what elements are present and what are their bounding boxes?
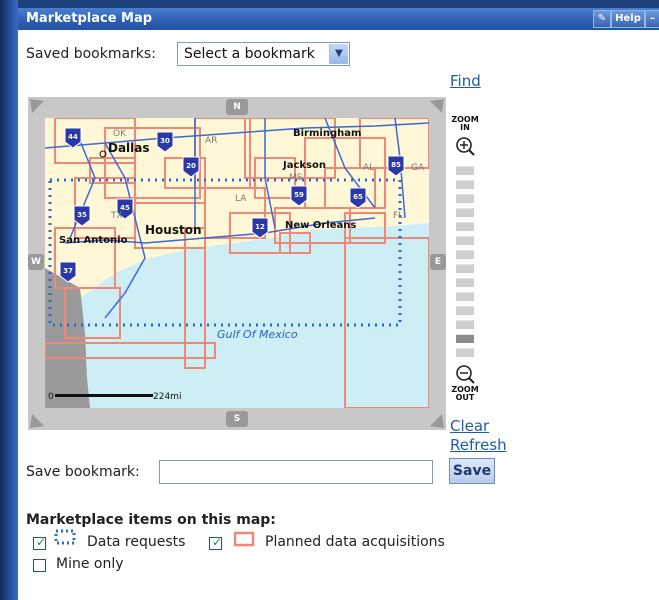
highway-37-label: 37 [63, 267, 73, 275]
zoom-level-segment[interactable] [456, 348, 474, 357]
save-button[interactable]: Save [449, 458, 495, 484]
pan-west-button[interactable]: W [28, 254, 44, 270]
state-label-la: LA [235, 194, 247, 204]
zoom-out-icon[interactable] [455, 364, 475, 384]
zoom-in-icon[interactable] [455, 136, 475, 156]
highway-44-label: 44 [68, 133, 78, 141]
zoom-out-label: ZOOM OUT [451, 385, 479, 402]
state-label-tx: TX [110, 211, 123, 221]
clear-link[interactable]: Clear [450, 417, 489, 435]
bookmark-select[interactable]: Select a bookmark ▼ [177, 42, 350, 66]
highway-20-label: 20 [186, 162, 196, 170]
bookmark-select-value: Select a bookmark [184, 46, 315, 62]
highway-35-label: 35 [77, 211, 87, 219]
highway-59-label: 59 [294, 191, 304, 199]
scale-end-label: 224mi [153, 392, 181, 402]
mine-only-label: Mine only [56, 556, 124, 572]
state-label-ar: AR [205, 136, 217, 146]
zoom-level-segment[interactable] [456, 222, 474, 231]
highway-12-label: 12 [255, 223, 265, 231]
zoom-level-segment[interactable] [456, 292, 474, 301]
saved-bookmarks-label: Saved bookmarks: [26, 46, 156, 62]
zoom-level-segment[interactable] [456, 180, 474, 189]
panel-title: Marketplace Map [26, 11, 153, 26]
highway-85-label: 85 [391, 161, 401, 169]
data-requests-checkbox[interactable]: ✓ [33, 535, 46, 550]
city-label-jackson: Jackson [282, 160, 326, 171]
gulf-of-mexico-label: Gulf Of Mexico [217, 328, 298, 341]
state-label-al: AL [363, 163, 374, 173]
map-frame: N S W E 44 30 20 85 59 65 45 35 12 37 OK… [28, 97, 446, 430]
zoom-in-label: ZOOM IN [451, 115, 479, 132]
zoom-level-segment[interactable] [456, 306, 474, 315]
city-label-birmingham: Birmingham [293, 128, 361, 139]
state-label-fl: FL [393, 211, 403, 221]
edit-pencil-icon[interactable]: ✎ [593, 10, 611, 28]
state-label-ok: OK [113, 129, 127, 139]
refresh-link[interactable]: Refresh [450, 436, 507, 454]
city-label-san-antonio: San Antonio [59, 235, 128, 246]
bookmark-name-input[interactable] [159, 460, 433, 484]
data-requests-swatch-icon [54, 529, 76, 545]
save-bookmark-label: Save bookmark: [26, 464, 140, 480]
city-label-new-orleans: New Orleans [285, 220, 356, 231]
scale-start-label: 0 [48, 392, 54, 402]
highway-65-label: 65 [353, 193, 363, 201]
desktop-background-strip [0, 0, 18, 600]
pan-north-button[interactable]: N [226, 99, 248, 115]
chevron-down-icon[interactable]: ▼ [329, 44, 348, 64]
pan-east-button[interactable]: E [430, 254, 446, 270]
find-link[interactable]: Find [450, 72, 481, 90]
zoom-level-segment[interactable] [456, 320, 474, 329]
pan-south-button[interactable]: S [226, 411, 248, 427]
highway-30-label: 30 [160, 137, 170, 145]
data-requests-label: Data requests [87, 534, 186, 550]
zoom-level-segment[interactable] [456, 208, 474, 217]
pan-northeast-arrow-icon[interactable] [430, 99, 444, 113]
zoom-level-segment[interactable] [456, 236, 474, 245]
mine-only-checkbox[interactable] [33, 559, 46, 572]
pan-northwest-arrow-icon[interactable] [30, 99, 44, 113]
pan-southwest-arrow-icon[interactable] [30, 414, 44, 428]
zoom-control: ZOOM IN ZOOM OUT [450, 116, 480, 406]
map-canvas[interactable]: 44 30 20 85 59 65 45 35 12 37 OK AR AL G… [45, 118, 429, 408]
zoom-level-segment[interactable] [456, 264, 474, 273]
state-label-ms: MS [289, 173, 303, 183]
planned-acquisitions-swatch-icon [233, 531, 255, 547]
zoom-level-segment[interactable] [456, 194, 474, 203]
zoom-level-segment[interactable] [456, 278, 474, 287]
pan-southeast-arrow-icon[interactable] [430, 414, 444, 428]
help-button[interactable]: Help [611, 10, 645, 28]
zoom-level-segment[interactable] [456, 250, 474, 259]
city-label-dallas: Dallas [108, 141, 150, 155]
panel-titlebar: Marketplace Map ✎ Help – [18, 8, 659, 30]
city-label-houston: Houston [145, 223, 202, 237]
zoom-level-segment[interactable] [456, 166, 474, 175]
state-label-ga: GA [411, 163, 425, 173]
minimize-button[interactable]: – [645, 10, 659, 28]
planned-acquisitions-label: Planned data acquisitions [265, 534, 445, 550]
planned-acquisitions-checkbox[interactable]: ✓ [209, 535, 222, 550]
zoom-level-segment[interactable] [456, 334, 474, 343]
legend-heading: Marketplace items on this map: [26, 512, 276, 528]
marketplace-map-panel: Marketplace Map ✎ Help – Saved bookmarks… [18, 8, 659, 600]
